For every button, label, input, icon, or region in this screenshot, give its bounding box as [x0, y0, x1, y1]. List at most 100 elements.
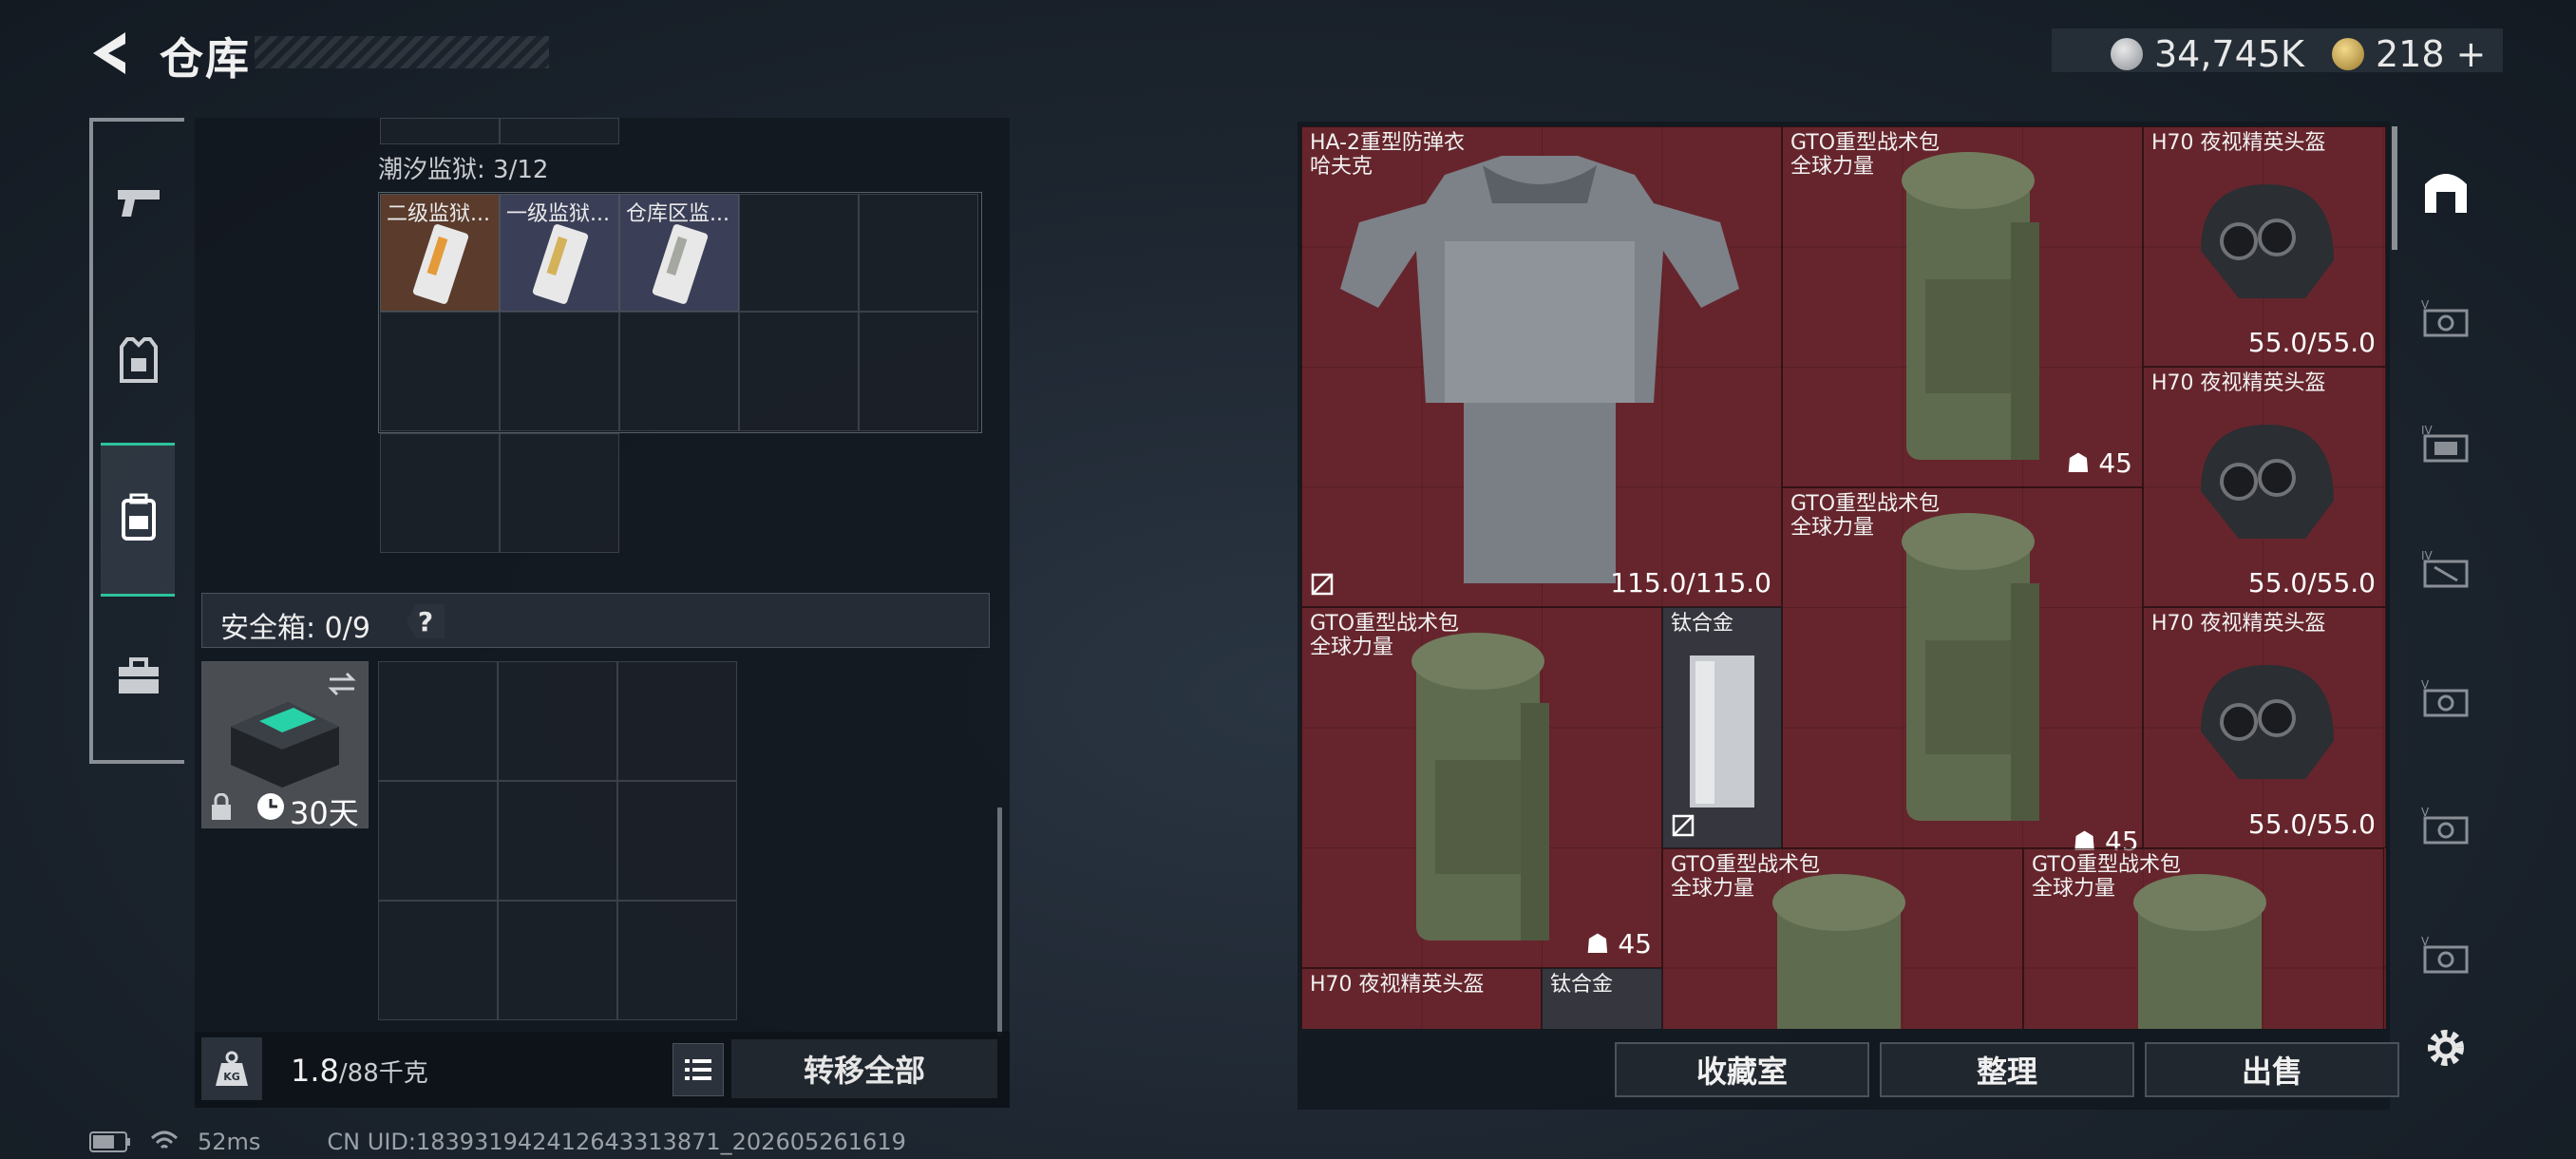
storage-tab-4[interactable]: IV	[2413, 410, 2479, 477]
left-scrollbar[interactable]	[997, 808, 1002, 1036]
grid-cell[interactable]	[380, 312, 500, 431]
key-card[interactable]: 仓库区监...	[619, 194, 739, 312]
item-name: H70 夜视精英头盔	[2151, 131, 2326, 155]
grid-cell[interactable]	[378, 661, 498, 781]
grid-cell[interactable]	[859, 312, 978, 431]
item-name: H70 夜视精英头盔	[2151, 371, 2326, 395]
inventory-item-helmet[interactable]: H70 夜视精英头盔 55.0/55.0	[2143, 367, 2386, 607]
gold-amount: 218	[2376, 33, 2445, 75]
safe-box-item[interactable]: 30天	[201, 661, 369, 831]
inventory-item-backpack[interactable]: GTO重型战术包 全球力量 ☗ 45	[1301, 607, 1662, 968]
backpack-item-icon	[1772, 874, 1905, 1029]
safe-box-icon	[231, 702, 339, 788]
sidebar-rail	[89, 118, 93, 764]
sidebar-bottom-line	[89, 760, 184, 764]
title-decoration	[255, 36, 549, 68]
inventory-item-titanium[interactable]: 钛合金	[1542, 968, 1662, 1029]
item-durability: 115.0/115.0	[1610, 567, 1771, 598]
inventory-item-titanium[interactable]: 钛合金	[1662, 607, 1782, 848]
storage-tab-5c[interactable]: V	[2413, 792, 2479, 859]
no-trade-icon	[1672, 814, 1695, 837]
gold-currency[interactable]: 218 +	[2332, 33, 2486, 75]
grid-cell[interactable]	[498, 901, 617, 1020]
grid-cell[interactable]	[739, 312, 859, 431]
grid-cell[interactable]	[498, 781, 617, 901]
pistol-icon	[118, 190, 160, 217]
settings-button[interactable]	[2413, 1015, 2479, 1081]
grid-cell[interactable]	[739, 194, 859, 312]
grid-cell[interactable]	[619, 312, 739, 431]
grid-cell[interactable]	[380, 433, 500, 553]
inventory-item-backpack[interactable]: GTO重型战术包 全球力量	[1662, 848, 2023, 1029]
filter-list-button[interactable]	[672, 1043, 724, 1096]
sidebar-top-line	[89, 118, 184, 122]
storage-tab-5b[interactable]: V	[2413, 665, 2479, 732]
grid-cell[interactable]	[500, 118, 619, 144]
page-title: 仓库	[160, 33, 251, 85]
grid-cell[interactable]	[380, 118, 500, 144]
storage-tab-5[interactable]: V	[2413, 285, 2479, 352]
inventory-item-armor[interactable]: HA-2重型防弹衣 哈夫克 115.0/115.0	[1301, 126, 1782, 607]
inventory-item-backpack[interactable]: GTO重型战术包 全球力量 ☗ 45	[1782, 126, 2143, 487]
key-card[interactable]: 二级监狱...	[380, 194, 500, 312]
storage-tab-5d[interactable]: V	[2413, 922, 2479, 988]
status-bar: 52ms CN UID:183931942412643313871_202605…	[89, 1129, 906, 1155]
swap-icon[interactable]	[326, 670, 358, 698]
sell-button[interactable]: 出售	[2145, 1042, 2399, 1097]
collection-room-button[interactable]: 收藏室	[1615, 1042, 1869, 1097]
safe-box-label: 安全箱: 0/9	[220, 612, 370, 645]
titanium-plate-icon	[1690, 656, 1754, 808]
svg-text:KG: KG	[223, 1071, 240, 1083]
sidebar-item-backpack[interactable]	[101, 479, 177, 555]
storage-box-icon: IV	[2421, 424, 2469, 463]
gear-icon	[2428, 1030, 2464, 1066]
item-durability: 55.0/55.0	[2247, 567, 2376, 598]
storage-box-icon: V	[2421, 806, 2469, 845]
body-armor-icon	[1340, 156, 1739, 583]
grid-cell[interactable]	[500, 312, 619, 431]
grid-cell[interactable]	[378, 901, 498, 1020]
grid-cell[interactable]	[378, 781, 498, 901]
keycard-gray-icon	[652, 224, 709, 304]
sidebar-item-toolbox[interactable]	[101, 638, 177, 714]
no-trade-icon	[1311, 573, 1334, 596]
inventory-grid[interactable]: HA-2重型防弹衣 哈夫克 115.0/115.0 GTO重型战术包 全球力量 ☗ …	[1301, 126, 2386, 1029]
silver-currency[interactable]: 34,745K	[2111, 33, 2304, 75]
keycard-orange-icon	[412, 224, 469, 304]
back-button[interactable]	[87, 28, 137, 78]
inventory-scrollbar[interactable]	[2392, 126, 2397, 250]
grid-cell[interactable]	[617, 661, 737, 781]
weight-max: /88千克	[338, 1059, 428, 1088]
grid-cell[interactable]	[859, 194, 978, 312]
item-capacity: ☗ 45	[2066, 447, 2132, 479]
warehouse-tab[interactable]	[2413, 157, 2479, 223]
grid-cell[interactable]	[617, 901, 737, 1020]
sidebar-item-equipment[interactable]	[101, 323, 177, 399]
key-card[interactable]: 一级监狱...	[500, 194, 619, 312]
briefcase-icon	[119, 657, 159, 694]
inventory-item-helmet[interactable]: H70 夜视精英头盔 55.0/55.0	[2143, 607, 2386, 848]
item-durability: 55.0/55.0	[2247, 327, 2376, 358]
helmet-icon	[2201, 665, 2334, 779]
storage-box-icon: V	[2421, 678, 2469, 717]
item-capacity: ☗ 45	[1585, 928, 1652, 960]
inventory-item-helmet[interactable]: H70 夜视精英头盔 55.0/55.0	[2143, 126, 2386, 367]
backpack-item-icon	[1902, 513, 2039, 821]
organize-button[interactable]: 整理	[1880, 1042, 2134, 1097]
sidebar-item-weapons[interactable]	[101, 165, 177, 241]
transfer-all-button[interactable]: 转移全部	[731, 1039, 997, 1098]
inventory-item-helmet[interactable]: H70 夜视精英头盔	[1301, 968, 1542, 1029]
add-gold-button[interactable]: +	[2456, 33, 2487, 75]
collection-progress-label: 潮汐监狱: 3/12	[378, 156, 549, 184]
grid-cell[interactable]	[500, 433, 619, 553]
grid-cell[interactable]	[498, 661, 617, 781]
item-name: 钛合金	[1671, 612, 1734, 636]
inventory-item-backpack[interactable]: GTO重型战术包 全球力量	[2023, 848, 2384, 1029]
grid-cell[interactable]	[617, 781, 737, 901]
clock-icon	[257, 793, 284, 820]
storage-tab-4b[interactable]: IV	[2413, 536, 2479, 602]
backpack-item-icon	[2133, 874, 2266, 1029]
item-name: H70 夜视精英头盔	[2151, 612, 2326, 636]
gold-coin-icon	[2332, 38, 2364, 70]
inventory-item-backpack[interactable]: GTO重型战术包 全球力量	[1782, 487, 2143, 848]
